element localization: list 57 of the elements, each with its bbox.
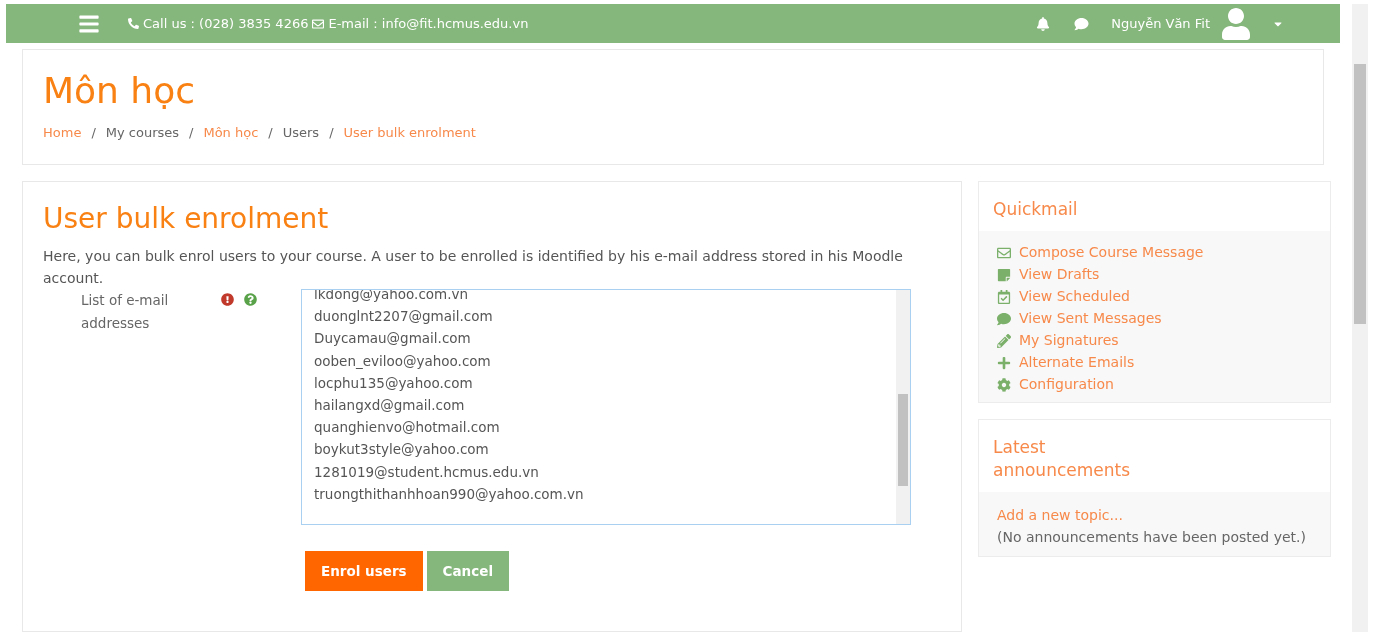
contact-phone: Call us : (028) 3835 4266 bbox=[143, 16, 309, 31]
envelope-icon bbox=[312, 17, 325, 30]
scrollbar-thumb[interactable] bbox=[1354, 64, 1366, 324]
quickmail-link[interactable]: View Drafts bbox=[997, 265, 1313, 284]
email-line: 1281019@student.hcmus.edu.vn bbox=[314, 462, 540, 482]
field-label: List of e-mail addresses bbox=[80, 291, 170, 333]
contact-email: E-mail : info@fit.hcmus.edu.vn bbox=[328, 16, 529, 31]
email-line: boykut3style@yahoo.com bbox=[314, 440, 490, 460]
avatar-icon[interactable] bbox=[1220, 7, 1252, 40]
page-title: Môn học bbox=[43, 70, 196, 111]
plus-icon bbox=[997, 355, 1011, 370]
phone-icon bbox=[128, 18, 139, 29]
chat-icon bbox=[997, 311, 1011, 326]
email-line: quanghienvo@hotmail.com bbox=[314, 418, 501, 438]
required-icon bbox=[221, 293, 234, 306]
quickmail-link[interactable]: View Sent Messages bbox=[997, 309, 1313, 328]
page-scrollbar[interactable] bbox=[1352, 4, 1368, 632]
field-scrollbar[interactable] bbox=[896, 290, 910, 524]
breadcrumb-separator: / bbox=[268, 125, 273, 140]
block-title: Latest announcements bbox=[979, 420, 1331, 492]
pencil-icon bbox=[997, 333, 1011, 348]
block-title: Quickmail bbox=[979, 182, 1331, 231]
settings-icon bbox=[997, 377, 1011, 392]
note-icon bbox=[997, 267, 1011, 282]
user-name[interactable]: Nguyễn Văn Fit bbox=[1111, 16, 1210, 31]
email-line: duonglnt2207@gmail.com bbox=[314, 307, 494, 327]
quickmail-link[interactable]: Configuration bbox=[997, 375, 1313, 394]
enrol-button[interactable]: Enrol users bbox=[305, 551, 423, 591]
breadcrumb-item[interactable]: Users bbox=[282, 125, 320, 140]
email-line: ooben_eviloo@yahoo.com bbox=[314, 351, 492, 371]
quickmail-link[interactable]: Compose Course Message bbox=[997, 243, 1313, 262]
description: Here, you can bulk enrol users to your course. A user to be enrolled is identified by his e-mail address stored in his Moodle account. bbox=[43, 247, 904, 288]
chat-icon[interactable] bbox=[1074, 16, 1090, 31]
quickmail-link[interactable]: Alternate Emails bbox=[997, 353, 1313, 372]
quickmail-link[interactable]: View Scheduled bbox=[997, 287, 1313, 306]
quickmail-link[interactable]: My Signatures bbox=[997, 331, 1313, 350]
breadcrumb-separator: / bbox=[189, 125, 194, 140]
calendar-icon bbox=[997, 289, 1011, 304]
announcements-note: (No announcements have been posted yet.) bbox=[997, 528, 1307, 547]
envelope-icon bbox=[997, 245, 1011, 260]
email-line: Duycamau@gmail.com bbox=[314, 329, 472, 349]
email-line: truongthithanhhoan990@yahoo.com.vn bbox=[314, 484, 585, 504]
help-icon[interactable] bbox=[244, 293, 257, 306]
email-list-field[interactable] bbox=[301, 289, 911, 525]
breadcrumb-link[interactable]: User bulk enrolment bbox=[343, 125, 476, 140]
breadcrumb-link[interactable]: Môn học bbox=[203, 125, 259, 140]
add-topic-link[interactable]: Add a new topic... bbox=[997, 504, 1313, 526]
section-title: User bulk enrolment bbox=[43, 202, 330, 235]
cancel-button[interactable]: Cancel bbox=[426, 551, 509, 591]
breadcrumb-separator: / bbox=[91, 125, 96, 140]
email-line: hailangxd@gmail.com bbox=[314, 396, 466, 415]
scrollbar-thumb[interactable] bbox=[898, 394, 908, 486]
breadcrumb-link[interactable]: Home bbox=[43, 125, 82, 140]
notification-icon[interactable] bbox=[1036, 16, 1051, 31]
breadcrumb-item[interactable]: My courses bbox=[105, 125, 180, 140]
email-line: locphu135@yahoo.com bbox=[314, 373, 474, 393]
breadcrumb-separator: / bbox=[329, 125, 334, 140]
